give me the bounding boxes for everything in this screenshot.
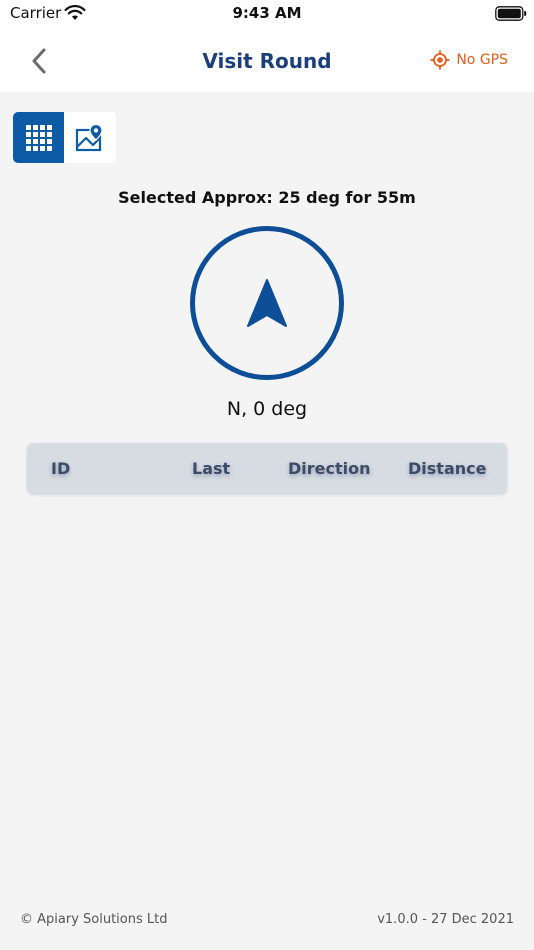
map-view-button[interactable] (64, 112, 115, 163)
grid-icon (25, 124, 52, 151)
map-pin-icon (75, 123, 103, 151)
view-toggle (13, 112, 116, 163)
column-header-last[interactable]: Last (192, 459, 230, 478)
compass-dial (190, 226, 344, 380)
grid-view-button[interactable] (13, 112, 64, 163)
gps-target-icon (430, 50, 450, 70)
column-header-distance[interactable]: Distance (408, 459, 486, 478)
column-header-id[interactable]: ID (51, 459, 70, 478)
footer-copyright: © Apiary Solutions Ltd (20, 912, 168, 927)
gps-status-button[interactable]: No GPS (430, 50, 508, 70)
status-bar: Carrier 9:43 AM (0, 0, 534, 30)
heading-readout: N, 0 deg (226, 398, 308, 420)
status-time: 9:43 AM (232, 4, 302, 22)
nav-bar: Visit Round No GPS (0, 30, 534, 92)
gps-status-label: No GPS (456, 52, 508, 68)
footer-version: v1.0.0 - 27 Dec 2021 (377, 912, 514, 927)
column-header-direction[interactable]: Direction (288, 459, 371, 478)
navigation-arrow-icon (247, 279, 287, 327)
battery-icon (495, 6, 527, 21)
selected-approx-text: Selected Approx: 25 deg for 55m (118, 188, 416, 207)
table-header: ID Last Direction Distance (27, 443, 507, 494)
